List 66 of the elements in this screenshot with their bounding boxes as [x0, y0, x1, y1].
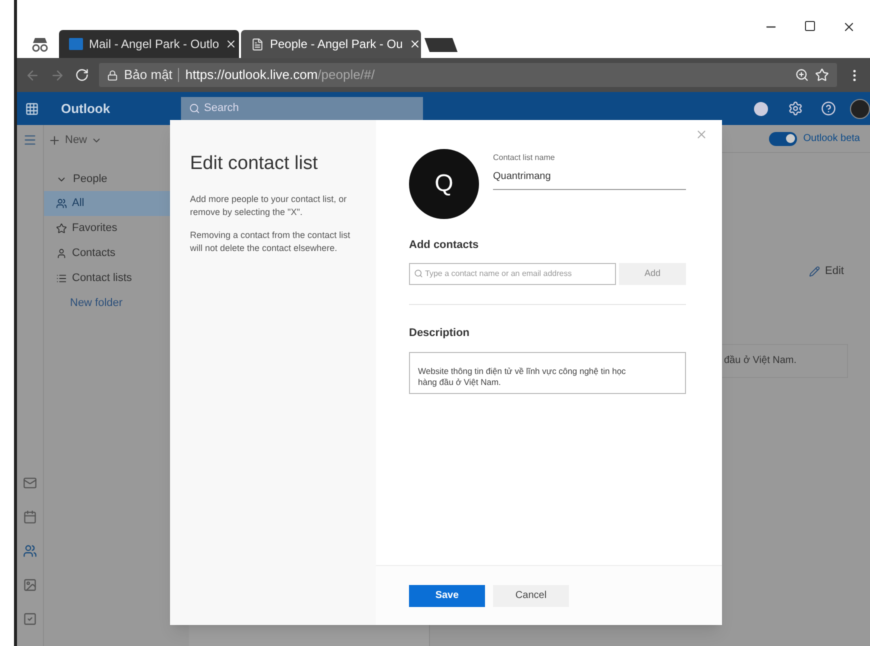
lock-icon: [107, 70, 118, 80]
people-group[interactable]: People: [44, 167, 189, 191]
beta-toggle[interactable]: [769, 132, 798, 146]
help-text: Add more people to your contact list, or remove by selecting the "X".: [190, 192, 348, 218]
settings-icon[interactable]: [788, 101, 803, 116]
save-button[interactable]: Save: [409, 584, 485, 606]
tab-title: Mail - Angel Park - Outlo: [89, 36, 220, 53]
page-icon: [251, 38, 264, 50]
avatar[interactable]: [850, 98, 870, 118]
item-label: Contact lists: [72, 271, 132, 286]
item-label: Favorites: [72, 221, 118, 236]
cancel-button[interactable]: Cancel: [493, 584, 569, 606]
zoom-icon[interactable]: [795, 68, 809, 82]
search-field[interactable]: Search: [181, 96, 423, 120]
browser-tab[interactable]: People - Angel Park - Ou: [241, 30, 421, 58]
group-label: People: [73, 172, 108, 187]
star-icon: [56, 223, 67, 234]
close-icon[interactable]: [842, 20, 856, 34]
item-label: Contacts: [72, 246, 116, 262]
edit-icon[interactable]: [809, 266, 820, 277]
tab-title: People - Angel Park - Ou: [270, 36, 403, 53]
checkbox-icon[interactable]: [23, 612, 37, 626]
search-icon: [414, 269, 423, 278]
item-label: All: [72, 196, 84, 212]
section-heading: Add contacts: [409, 238, 480, 253]
field-label: Contact list name: [493, 152, 556, 164]
reload-icon[interactable]: [75, 68, 89, 82]
people-icon[interactable]: [23, 544, 37, 558]
toggle-label: Outlook beta: [803, 132, 860, 146]
app-name[interactable]: Outlook: [61, 98, 181, 118]
calendar-icon[interactable]: [23, 510, 37, 524]
address-bar[interactable]: Bảo mật https://outlook.live.com/people/#/: [99, 63, 837, 87]
people-icon: [56, 198, 67, 209]
app-launcher-icon[interactable]: [25, 102, 39, 116]
name-field[interactable]: Quantrimang: [493, 164, 686, 190]
description-field[interactable]: Website thông tin điện tử về lĩnh vực công nghệ tin học hàng đầu ở Việt Nam.: [409, 352, 686, 394]
new-button[interactable]: New: [44, 131, 189, 149]
add-button[interactable]: Add: [619, 262, 686, 284]
url-text: https://outlook.live.com/people/#/: [185, 66, 375, 84]
bookmark-icon[interactable]: [815, 68, 829, 82]
close-icon[interactable]: [408, 38, 421, 50]
contact-search-field[interactable]: Type a contact name or an email address: [409, 262, 616, 284]
search-placeholder: Search: [204, 101, 239, 116]
search-icon: [189, 103, 200, 114]
dialog-title: Edit contact list: [190, 152, 319, 176]
list-icon: [56, 273, 67, 284]
sidebar-item[interactable]: Contact lists: [44, 266, 189, 291]
plus-icon: [48, 134, 61, 146]
help-icon[interactable]: [821, 101, 836, 116]
section-heading: Description: [409, 326, 471, 340]
avatar: Q: [409, 149, 479, 219]
sidebar-item[interactable]: Contacts: [44, 241, 189, 266]
close-icon[interactable]: [225, 38, 238, 50]
image-icon[interactable]: [23, 578, 37, 592]
security-label: Bảo mật: [124, 66, 172, 84]
maximize-icon[interactable]: [804, 20, 816, 32]
field-placeholder: Type a contact name or an email address: [425, 268, 572, 280]
sidebar-item[interactable]: Favorites: [44, 216, 189, 241]
person-icon: [56, 248, 67, 259]
new-tab-button[interactable]: [424, 38, 458, 52]
description-text: đầu ở Việt Nam.: [724, 354, 797, 368]
edit-link[interactable]: Edit: [825, 263, 844, 280]
mail-icon[interactable]: [23, 476, 37, 490]
browser-tab[interactable]: Mail - Angel Park - Outlo: [59, 30, 239, 58]
help-text: Removing a contact from the contact list will not delete the contact elsewhere.: [190, 228, 352, 254]
incognito-icon: [31, 36, 49, 52]
